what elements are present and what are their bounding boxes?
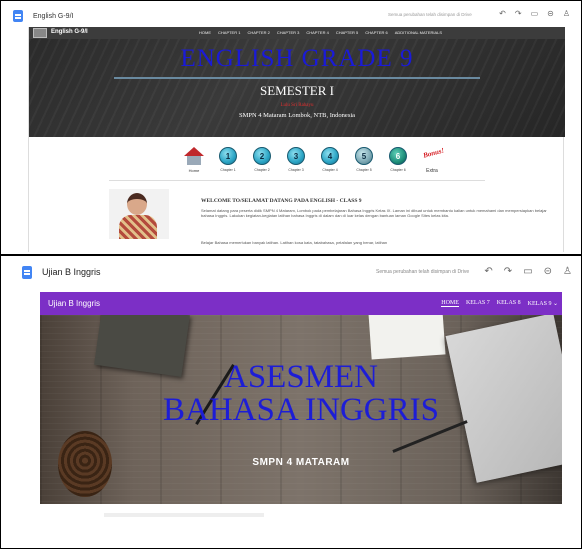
link-icon[interactable]: ⊝	[544, 266, 552, 277]
toolbar-icons: ↶ ↷ ▭ ⊝ ♙	[499, 9, 570, 18]
top-screenshot: English G-9/I Semua perubahan telah disi…	[10, 5, 574, 252]
site-logo[interactable]	[33, 28, 47, 38]
chapter-home[interactable]: Home	[177, 147, 211, 174]
preview-icon[interactable]: ▭	[531, 9, 539, 18]
nav-chapter-5[interactable]: CHAPTER 5	[336, 30, 358, 35]
bonus-badge: Bonus!	[422, 146, 446, 160]
hero-author: Lulu Sri Rahayu	[280, 103, 314, 108]
paper-image	[368, 315, 446, 360]
undo-icon[interactable]: ↶	[499, 9, 506, 18]
teacher-photo	[109, 189, 169, 239]
preview-icon[interactable]: ▭	[523, 266, 532, 277]
hero-title: ENGLISH GRADE 9	[180, 45, 414, 72]
chapter-label: Chapter 5	[356, 168, 372, 172]
chapter-5[interactable]: 5 Chapter 5	[347, 147, 381, 174]
welcome-heading: WELCOME TO/SELAMAT DATANG PADA ENGLISH -…	[201, 198, 362, 204]
google-sites-icon[interactable]	[22, 265, 32, 279]
hero-divider	[114, 77, 480, 79]
nav-kelas-8[interactable]: KELAS 8	[497, 300, 521, 307]
nav-chapter-1[interactable]: CHAPTER 1	[218, 30, 240, 35]
hero-title-line-2: BAHASA INGGRIS	[163, 392, 439, 428]
google-sites-icon[interactable]	[13, 10, 23, 22]
number-6-icon: 6	[389, 147, 407, 165]
hero-semester: SEMESTER I	[259, 83, 335, 98]
number-3-icon: 3	[287, 147, 305, 165]
welcome-paragraph-2: Belajar Bahasa memerlukan banyak latihan…	[201, 240, 388, 245]
nav-additional-materials[interactable]: ADDITIONAL MATERIALS	[395, 30, 442, 35]
hero-banner: ENGLISH GRADE 9 SEMESTER I Lulu Sri Raha…	[29, 39, 565, 137]
chapter-2[interactable]: 2 Chapter 2	[245, 147, 279, 174]
chapter-label: Home	[188, 168, 200, 173]
redo-icon[interactable]: ↷	[515, 9, 522, 18]
nav-chapter-3[interactable]: CHAPTER 3	[277, 30, 299, 35]
hero-subtitle: SMPN 4 MATARAM	[252, 457, 350, 468]
nav-chapter-6[interactable]: CHAPTER 6	[365, 30, 387, 35]
site-preview: English G-9/I HOME CHAPTER 1 CHAPTER 2 C…	[28, 27, 565, 252]
save-status: Semua perubahan telah disimpan di Drive	[376, 269, 470, 275]
chapter-label: Extra	[426, 168, 438, 174]
number-5-icon: 5	[355, 147, 373, 165]
nav-menu: HOME CHAPTER 1 CHAPTER 2 CHAPTER 3 CHAPT…	[199, 30, 442, 35]
panel-divider	[0, 254, 582, 256]
chapter-1[interactable]: 1 Chapter 1	[211, 147, 245, 174]
chapter-4[interactable]: 4 Chapter 4	[313, 147, 347, 174]
bonus-icon: Bonus!	[421, 146, 446, 165]
chapter-label: Chapter 3	[288, 168, 304, 172]
doc-title[interactable]: Ujian B Inggris	[42, 267, 101, 277]
nav-kelas-7[interactable]: KELAS 7	[466, 300, 490, 307]
hero-title: ASESMEN BAHASA INGGRIS	[40, 361, 562, 427]
toolbar-icons: ↶ ↷ ▭ ⊝ ♙	[484, 266, 572, 277]
chapter-label: Chapter 6	[390, 168, 406, 172]
nav-kelas-9[interactable]: KELAS 9 ⌄	[528, 300, 558, 307]
undo-icon[interactable]: ↶	[484, 266, 492, 277]
doc-title[interactable]: English G-9/I	[33, 13, 73, 20]
site-brand[interactable]: Ujian B Inggris	[48, 299, 100, 308]
site-preview: Ujian B Inggris HOME KELAS 7 KELAS 8 KEL…	[40, 292, 562, 548]
nav-home[interactable]: HOME	[441, 300, 459, 307]
editor-toolbar: Ujian B Inggris Semua perubahan telah di…	[20, 258, 572, 286]
number-4-icon: 4	[321, 147, 339, 165]
link-icon[interactable]: ⊝	[547, 9, 554, 18]
site-brand[interactable]: English G-9/I	[51, 29, 88, 35]
add-person-icon[interactable]: ♙	[563, 9, 570, 18]
nav-menu: HOME KELAS 7 KELAS 8 KELAS 9 ⌄	[441, 300, 558, 307]
nav-chapter-2[interactable]: CHAPTER 2	[247, 30, 269, 35]
chapter-label: Chapter 1	[220, 168, 236, 172]
chapter-extra[interactable]: Bonus! Extra	[415, 146, 449, 174]
chapter-6[interactable]: 6 Chapter 6	[381, 147, 415, 174]
hero-school: SMPN 4 Mataram Lombok, NTB, Indonesia	[238, 112, 356, 119]
number-1-icon: 1	[219, 147, 237, 165]
editor-toolbar: English G-9/I Semua perubahan telah disi…	[10, 5, 574, 27]
number-2-icon: 2	[253, 147, 271, 165]
section-divider	[109, 180, 485, 181]
hero-banner: ASESMEN BAHASA INGGRIS SMPN 4 MATARAM	[40, 315, 562, 504]
save-status: Semua perubahan telah disimpan di Drive	[388, 12, 472, 17]
chapter-3[interactable]: 3 Chapter 3	[279, 147, 313, 174]
add-person-icon[interactable]: ♙	[563, 266, 572, 277]
hero-title-line-1: ASESMEN	[223, 359, 379, 395]
chapter-buttons: Home 1 Chapter 1 2 Chapter 2 3 Chapter 3…	[177, 146, 449, 174]
chapter-label: Chapter 2	[254, 168, 270, 172]
nav-home[interactable]: HOME	[199, 30, 211, 35]
site-navbar: English G-9/I HOME CHAPTER 1 CHAPTER 2 C…	[29, 27, 565, 39]
redo-icon[interactable]: ↷	[504, 266, 512, 277]
nav-chapter-4[interactable]: CHAPTER 4	[306, 30, 328, 35]
chapter-label: Chapter 4	[322, 168, 338, 172]
site-navbar: Ujian B Inggris HOME KELAS 7 KELAS 8 KEL…	[40, 292, 562, 315]
content-placeholder	[104, 513, 264, 517]
bottom-screenshot: Ujian B Inggris Semua perubahan telah di…	[20, 258, 572, 548]
welcome-paragraph-1: Selamat datang para peserta didik SMPN 4…	[201, 208, 547, 218]
home-icon	[183, 147, 205, 165]
